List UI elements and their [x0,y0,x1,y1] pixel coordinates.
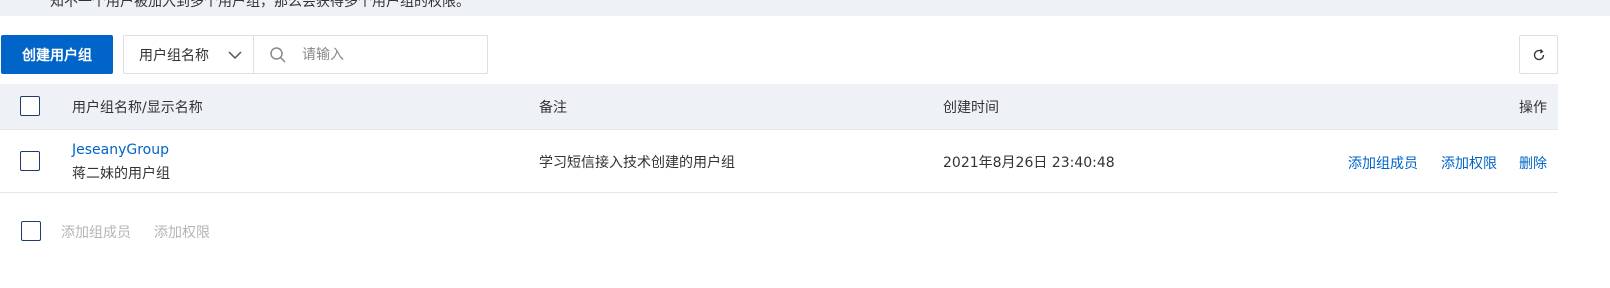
toolbar: 创建用户组 用户组名称 [0,35,1610,75]
table-header: 用户组名称/显示名称 备注 创建时间 操作 [0,84,1558,130]
add-member-link[interactable]: 添加组成员 [1348,153,1418,173]
table-row: JeseanyGroup 蒋二妹的用户组 学习短信接入技术创建的用户组 2021… [0,130,1558,193]
search-filter-box: 用户组名称 [123,35,488,74]
bulk-add-permission-button[interactable]: 添加权限 [154,222,210,242]
column-header-remark: 备注 [539,100,567,116]
search-icon [270,47,286,63]
group-remark: 学习短信接入技术创建的用户组 [539,155,735,171]
column-header-actions: 操作 [1519,100,1547,116]
column-header-name: 用户组名称/显示名称 [72,100,203,116]
group-created-time: 2021年8月26日 23:40:48 [943,155,1115,171]
delete-link[interactable]: 删除 [1519,153,1547,173]
bulk-actions-bar: 添加组成员 添加权限 [0,215,600,245]
search-input[interactable] [302,40,482,69]
refresh-button[interactable] [1519,35,1558,74]
bulk-select-checkbox[interactable] [21,221,41,241]
info-banner: 知不一个用户被加入到多个用户组，那么会获得多个用户组的权限。 [0,0,1610,16]
bulk-add-member-button[interactable]: 添加组成员 [61,222,131,242]
filter-field-selected-value: 用户组名称 [139,48,209,64]
add-permission-link[interactable]: 添加权限 [1441,153,1497,173]
select-all-checkbox[interactable] [20,96,40,116]
group-display-name: 蒋二妹的用户组 [72,166,170,182]
refresh-icon [1533,49,1545,61]
group-name-link[interactable]: JeseanyGroup [72,142,169,158]
chevron-down-icon [228,51,242,60]
column-header-created: 创建时间 [943,100,999,116]
filter-field-select[interactable]: 用户组名称 [124,36,254,73]
row-checkbox[interactable] [20,151,40,171]
create-user-group-button[interactable]: 创建用户组 [1,35,113,74]
info-banner-text: 知不一个用户被加入到多个用户组，那么会获得多个用户组的权限。 [50,0,470,10]
